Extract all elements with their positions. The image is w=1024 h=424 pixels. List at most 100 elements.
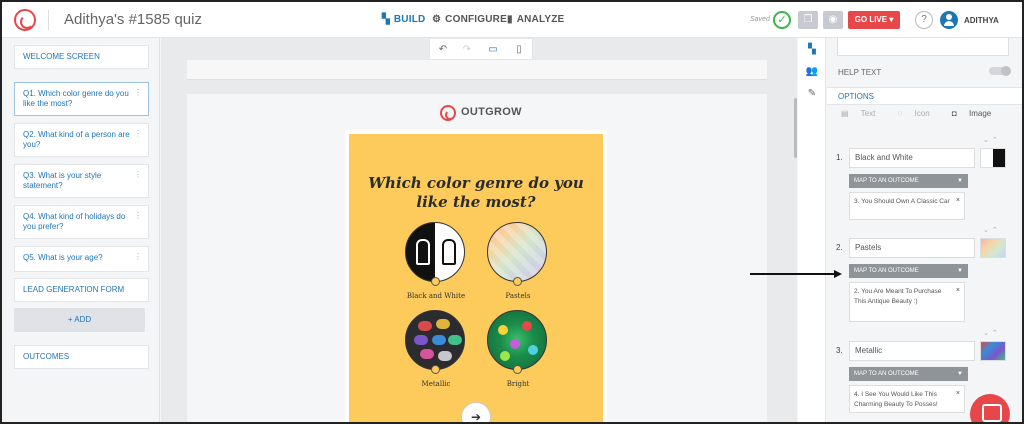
saved-status: Saved [750,16,770,23]
caret-down-icon: ▼ [957,178,963,184]
check-icon: ✓ [773,11,791,29]
option-image-thumbnail[interactable] [980,148,1006,168]
option-black-and-white[interactable]: Black and White [405,222,467,300]
device-toolbar: ↶ ↷ ▭ ▯ [429,38,533,60]
shape [528,345,538,355]
sidebar-item-q2[interactable]: Q2. What kind of a person are you? ⋮ [14,123,149,157]
brand-name: OUTGROW [461,106,522,118]
preview-canvas: ↶ ↷ ▭ ▯ OUTGROW Which color genre do you… [161,38,797,422]
sidebar-item-label: Q2. What kind of a person are you? [23,130,130,149]
grid-icon[interactable]: ▚ [805,43,819,57]
map-outcome-dropdown[interactable]: MAP TO AN OUTCOME ▼ [849,367,968,381]
option-image [487,310,547,370]
left-sidebar: WELCOME SCREEN Q1. Which color genre do … [2,38,160,422]
question-text-field[interactable] [837,38,1009,56]
go-live-button[interactable]: GO LIVE ▾ [848,11,900,29]
quiz-preview-page: OUTGROW Which color genre do you like th… [187,94,767,422]
kebab-menu-icon[interactable]: ⋮ [134,252,142,262]
sidebar-item-q4[interactable]: Q4. What kind of holidays do you prefer?… [14,205,149,239]
option-metallic[interactable]: Metallic [405,310,467,388]
kebab-menu-icon[interactable]: ⋮ [134,88,142,98]
quiz-title[interactable]: Adithya's #1585 quiz [64,11,202,28]
scrollbar[interactable] [794,98,797,158]
mobile-icon[interactable]: ▯ [512,43,526,57]
close-icon[interactable]: × [956,196,960,206]
kebab-menu-icon[interactable]: ⋮ [134,211,142,221]
shape [420,349,434,359]
close-icon[interactable]: × [956,286,960,296]
radio-dot[interactable] [513,277,522,286]
chevron-icons[interactable]: ⌄⌃ [983,329,1001,337]
nav-configure-label: CONFIGURE [445,14,507,25]
kebab-menu-icon[interactable]: ⋮ [134,129,142,139]
type-text[interactable]: ▤ Text [841,109,885,118]
users-icon[interactable]: 👥 [805,65,819,79]
shape [448,335,462,345]
sidebar-item-outcomes[interactable]: OUTCOMES [14,345,149,369]
option-label: Pastels [505,292,531,300]
chevron-icons[interactable]: ⌄⌃ [983,136,1001,144]
annotation-arrow-icon [750,270,842,278]
gear-icon: ⚙ [432,14,442,25]
username[interactable]: ADITHYA [964,16,999,25]
add-button[interactable]: + ADD [14,308,145,332]
map-outcome-dropdown[interactable]: MAP TO AN OUTCOME ▼ [849,174,968,188]
sidebar-item-lead-form[interactable]: LEAD GENERATION FORM [14,278,149,302]
copy-button[interactable]: ❐ [798,11,818,29]
outgrow-logo-icon[interactable] [14,9,36,31]
redo-icon[interactable]: ↷ [460,43,474,57]
nav-build-tab[interactable]: ▚ BUILD [382,14,425,25]
mapped-outcome-text: 3. You Should Own A Classic Car [854,198,950,205]
option-number: 3. [836,346,843,355]
figure-icon [442,239,456,265]
mapped-outcome-text: 4. I See You Would Like This Charming Be… [854,391,938,408]
right-tool-rail: ▚ 👥 ✎ [798,38,826,422]
close-icon[interactable]: × [956,389,960,399]
option-text-input[interactable]: Metallic [849,341,975,361]
option-number: 2. [836,243,843,252]
mapped-outcome: 3. You Should Own A Classic Car × [849,192,965,220]
map-outcome-dropdown[interactable]: MAP TO AN OUTCOME ▼ [849,264,968,278]
question-heading[interactable]: Which color genre do you like the most? [363,174,589,212]
option-image-thumbnail[interactable] [980,238,1006,258]
preview-button[interactable]: ◉ [823,11,843,29]
kebab-menu-icon[interactable]: ⋮ [134,170,142,180]
user-avatar-icon[interactable] [940,11,958,29]
chevron-icons[interactable]: ⌄⌃ [983,226,1001,234]
shape [432,335,446,345]
shape [510,339,520,349]
sidebar-item-q5[interactable]: Q5. What is your age? ⋮ [14,246,149,272]
option-label: Metallic [421,380,451,388]
next-arrow-button[interactable]: ➔ [461,402,491,422]
sidebar-item-welcome[interactable]: WELCOME SCREEN [14,45,149,69]
sidebar-item-label: Q4. What kind of holidays do you prefer? [23,212,126,231]
type-image-label: Image [968,109,992,118]
figure-icon [416,239,430,265]
caret-down-icon: ▼ [957,268,963,274]
help-text-toggle[interactable] [989,66,1011,76]
option-text-input[interactable]: Black and White [849,148,975,168]
radio-dot[interactable] [431,277,440,286]
sidebar-item-q3[interactable]: Q3. What is your style statement? ⋮ [14,164,149,198]
radio-dot[interactable] [431,365,440,374]
nav-configure-tab[interactable]: ⚙ CONFIGURE [432,14,507,25]
nav-analyze-tab[interactable]: ▮ ANALYZE [507,14,564,25]
pencil-icon[interactable]: ✎ [805,87,819,101]
option-bright[interactable]: Bright [487,310,549,388]
app-window: Adithya's #1585 quiz ▚ BUILD ⚙ CONFIGURE ▮… [0,0,1024,424]
type-image[interactable]: ◘ Image [952,109,1001,118]
sidebar-item-q1[interactable]: Q1. Which color genre do you like the mo… [14,82,149,116]
option-pastels[interactable]: Pastels [487,222,549,300]
help-button[interactable]: ? [915,11,933,29]
option-image-thumbnail[interactable] [980,341,1006,361]
question-card-body: Which color genre do you like the most? … [349,134,603,422]
type-icon[interactable]: ◌ Icon [898,109,940,118]
camera-icon: ◘ [951,109,957,118]
undo-icon[interactable]: ↶ [436,43,450,57]
option-text-input[interactable]: Pastels [849,238,975,258]
map-outcome-label: MAP TO AN OUTCOME [854,371,919,377]
copy-icon: ❐ [803,14,813,25]
shape [438,351,452,361]
desktop-icon[interactable]: ▭ [486,43,500,57]
radio-dot[interactable] [513,365,522,374]
